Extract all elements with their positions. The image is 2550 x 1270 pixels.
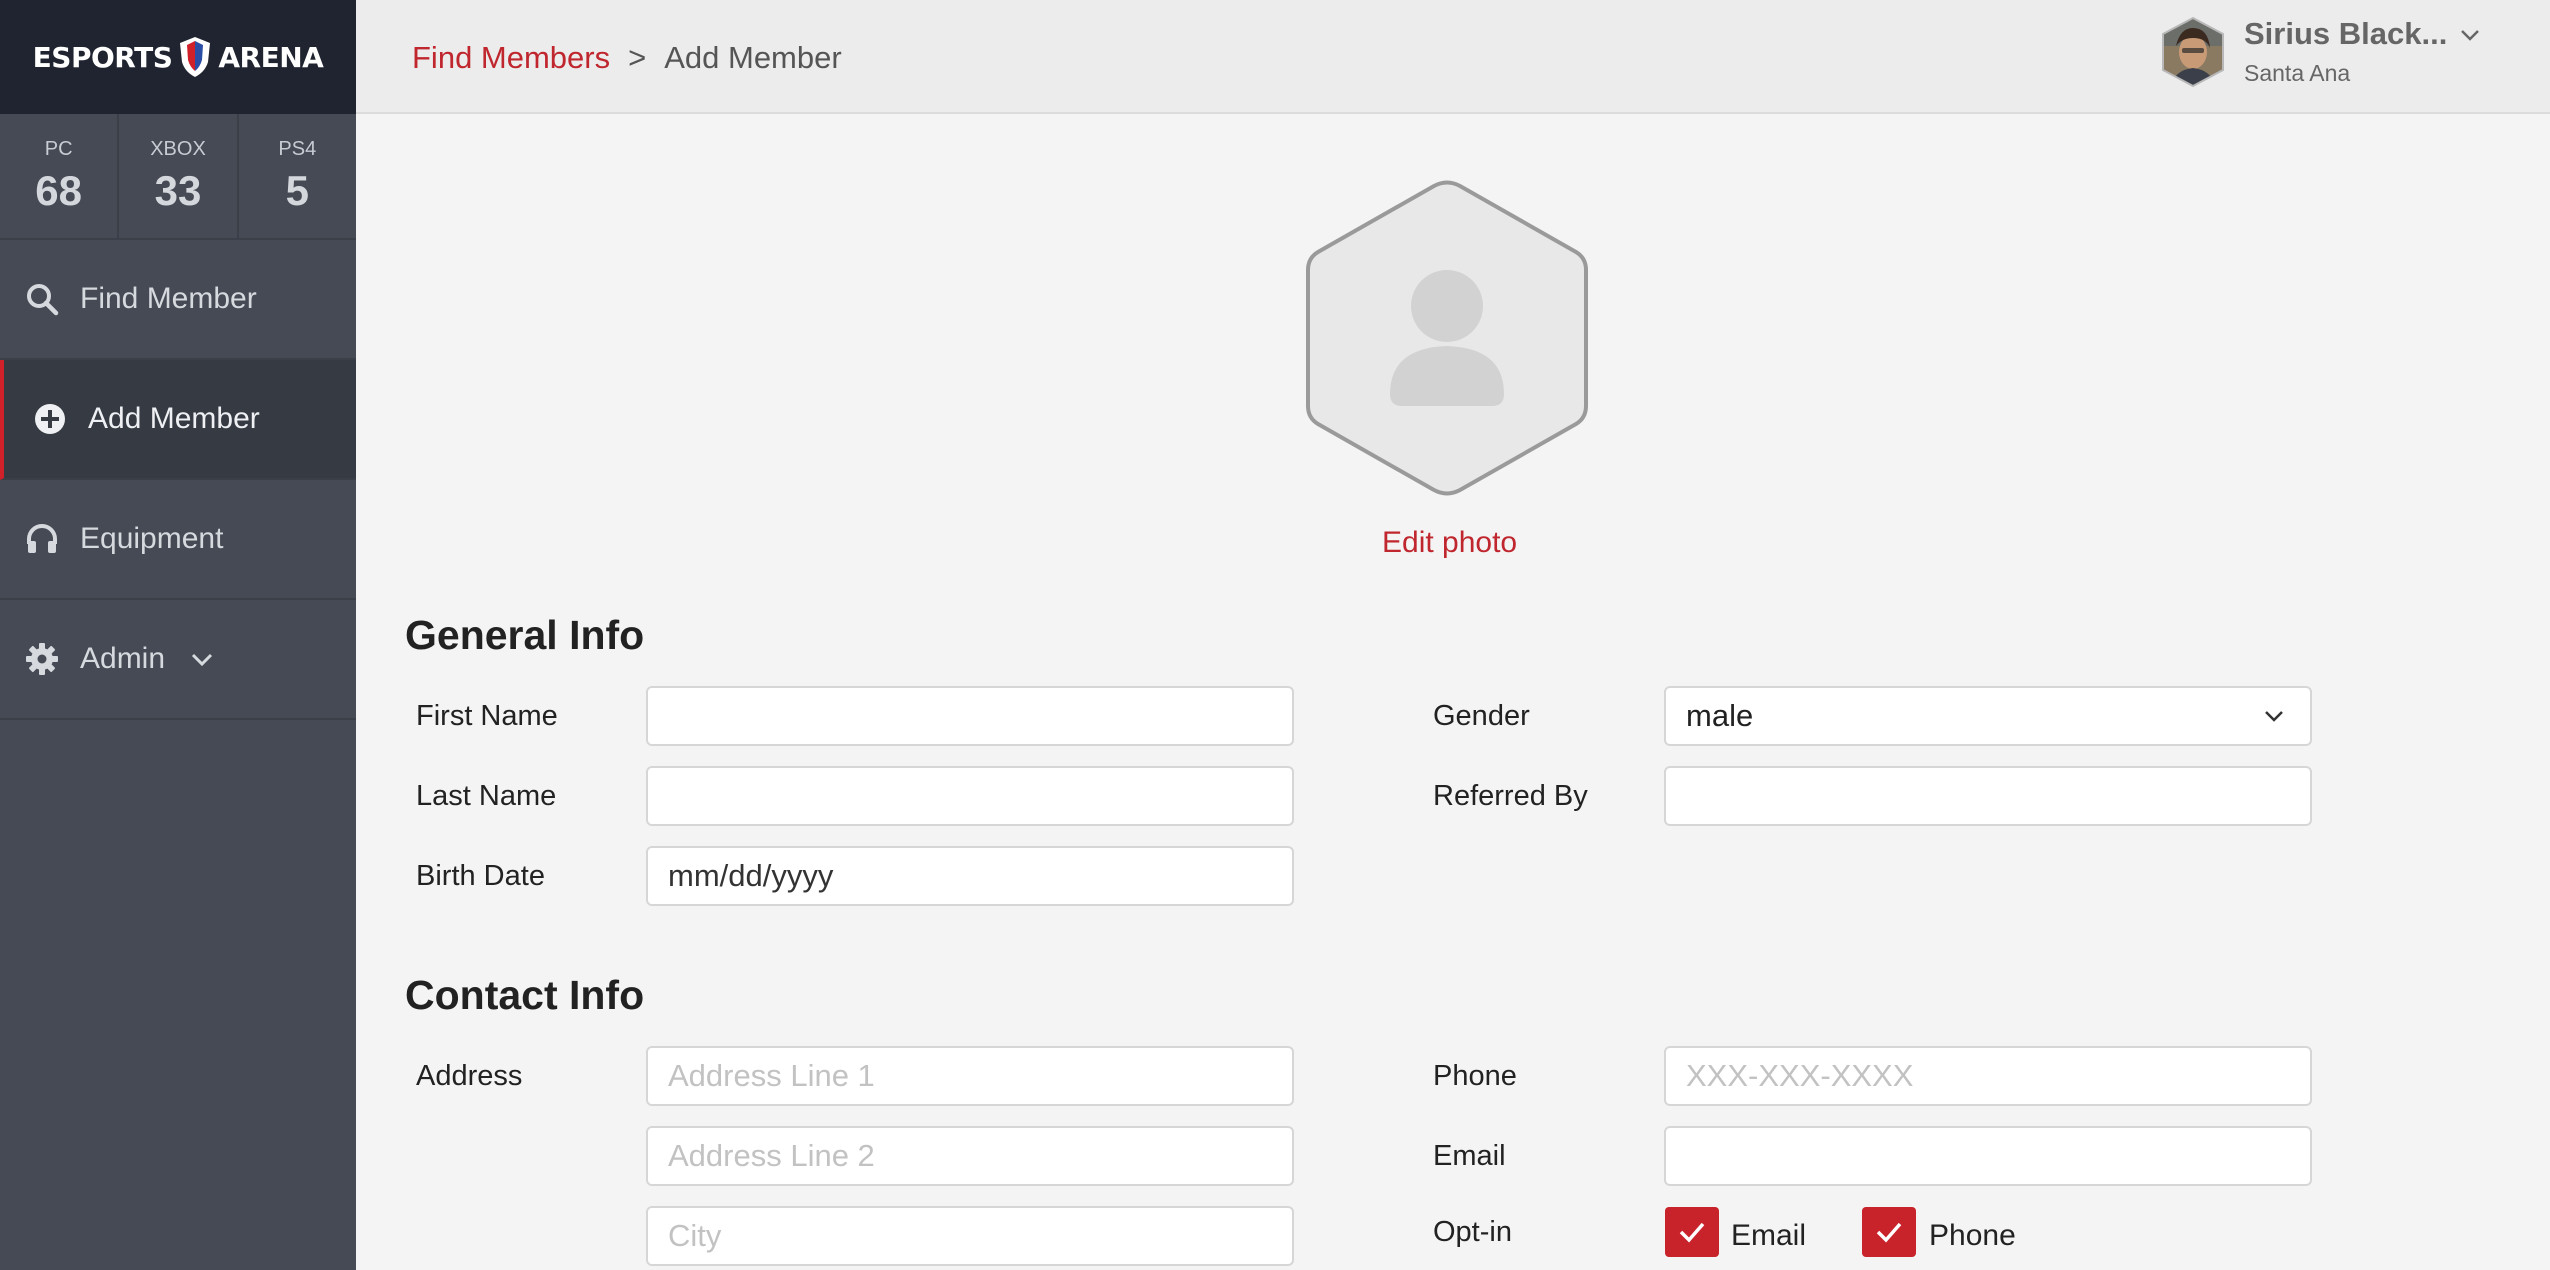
sidebar: ESPORTS ARENA PC 68 XBOX 33 PS4 5 Find M… bbox=[0, 0, 356, 1270]
breadcrumb-separator: > bbox=[628, 40, 647, 75]
opt-in-label: Opt-in bbox=[1433, 1216, 1512, 1248]
stat-value: 68 bbox=[35, 166, 83, 214]
user-name-text: Sirius Black... bbox=[2244, 16, 2448, 51]
checkmark-icon bbox=[1679, 1222, 1705, 1243]
checkmark-icon bbox=[1876, 1222, 1902, 1243]
stat-label: XBOX bbox=[150, 137, 206, 160]
contact-info-heading: Contact Info bbox=[405, 972, 645, 1018]
referred-by-field[interactable] bbox=[1664, 766, 2312, 826]
stat-label: PS4 bbox=[278, 137, 317, 160]
logo[interactable]: ESPORTS ARENA bbox=[33, 36, 324, 78]
phone-field[interactable] bbox=[1664, 1046, 2312, 1106]
platform-stats: PC 68 XBOX 33 PS4 5 bbox=[0, 114, 356, 240]
stat-value: 5 bbox=[285, 166, 309, 214]
user-location: Santa Ana bbox=[2244, 60, 2351, 86]
gender-selected-value: male bbox=[1686, 698, 1754, 733]
birth-date-value: mm/dd/yyyy bbox=[668, 858, 834, 893]
breadcrumb-current: Add Member bbox=[664, 40, 842, 75]
stat-label: PC bbox=[44, 137, 73, 160]
nav-label: Add Member bbox=[88, 402, 260, 435]
stat-xbox: XBOX 33 bbox=[119, 114, 239, 238]
general-info-heading: General Info bbox=[405, 612, 645, 658]
breadcrumb: Find Members > Add Member bbox=[412, 40, 842, 76]
nav-label: Find Member bbox=[80, 282, 257, 315]
opt-in-email-label: Email bbox=[1731, 1219, 1807, 1252]
logo-text-left: ESPORTS bbox=[32, 40, 173, 74]
email-field[interactable] bbox=[1664, 1126, 2312, 1186]
nav-equipment[interactable]: Equipment bbox=[0, 480, 356, 600]
opt-in-phone-checkbox[interactable] bbox=[1862, 1207, 1916, 1257]
nav-admin[interactable]: Admin bbox=[0, 600, 356, 720]
chevron-down-icon bbox=[191, 653, 213, 667]
breadcrumb-find-members-link[interactable]: Find Members bbox=[412, 40, 610, 76]
gender-label: Gender bbox=[1433, 700, 1530, 732]
gear-icon bbox=[24, 641, 60, 677]
phone-label: Phone bbox=[1433, 1060, 1517, 1092]
birth-date-label: Birth Date bbox=[416, 860, 545, 892]
stat-ps4: PS4 5 bbox=[239, 114, 356, 238]
nav-add-member[interactable]: Add Member bbox=[0, 360, 356, 480]
email-label: Email bbox=[1433, 1140, 1506, 1172]
first-name-field[interactable] bbox=[646, 686, 1294, 746]
edit-photo-link[interactable]: Edit photo bbox=[1382, 526, 1517, 560]
member-photo-placeholder[interactable] bbox=[1300, 178, 1594, 498]
user-name: Sirius Black... bbox=[2244, 16, 2481, 52]
plus-circle-icon bbox=[32, 401, 68, 437]
opt-in-email-checkbox[interactable] bbox=[1665, 1207, 1719, 1257]
address-line-1-field[interactable] bbox=[646, 1046, 1294, 1106]
chevron-down-icon bbox=[2265, 711, 2283, 722]
referred-by-label: Referred By bbox=[1433, 780, 1588, 812]
city-field[interactable] bbox=[646, 1206, 1294, 1266]
nav-find-member[interactable]: Find Member bbox=[0, 240, 356, 360]
user-info: Sirius Black... Santa Ana bbox=[2244, 16, 2481, 87]
gender-select[interactable]: male bbox=[1664, 686, 2312, 746]
logo-text-right: ARENA bbox=[218, 40, 324, 74]
first-name-label: First Name bbox=[416, 700, 558, 732]
logo-bar: ESPORTS ARENA bbox=[0, 0, 356, 114]
avatar bbox=[2162, 16, 2224, 88]
logo-shield-icon bbox=[180, 37, 211, 77]
headphones-icon bbox=[24, 521, 60, 557]
nav-label: Equipment bbox=[80, 522, 224, 555]
address-label: Address bbox=[416, 1060, 523, 1092]
stat-pc: PC 68 bbox=[0, 114, 120, 238]
search-icon bbox=[24, 281, 60, 317]
last-name-label: Last Name bbox=[416, 780, 557, 812]
address-line-2-field[interactable] bbox=[646, 1126, 1294, 1186]
birth-date-field[interactable]: mm/dd/yyyy bbox=[646, 846, 1294, 906]
stat-value: 33 bbox=[154, 166, 202, 214]
last-name-field[interactable] bbox=[646, 766, 1294, 826]
user-menu[interactable]: Sirius Black... Santa Ana bbox=[2160, 16, 2481, 88]
nav-label: Admin bbox=[80, 642, 166, 675]
opt-in-phone-label: Phone bbox=[1929, 1219, 2016, 1252]
top-header: Find Members > Add Member Sirius Black..… bbox=[356, 0, 2550, 114]
chevron-down-icon bbox=[2461, 30, 2480, 41]
